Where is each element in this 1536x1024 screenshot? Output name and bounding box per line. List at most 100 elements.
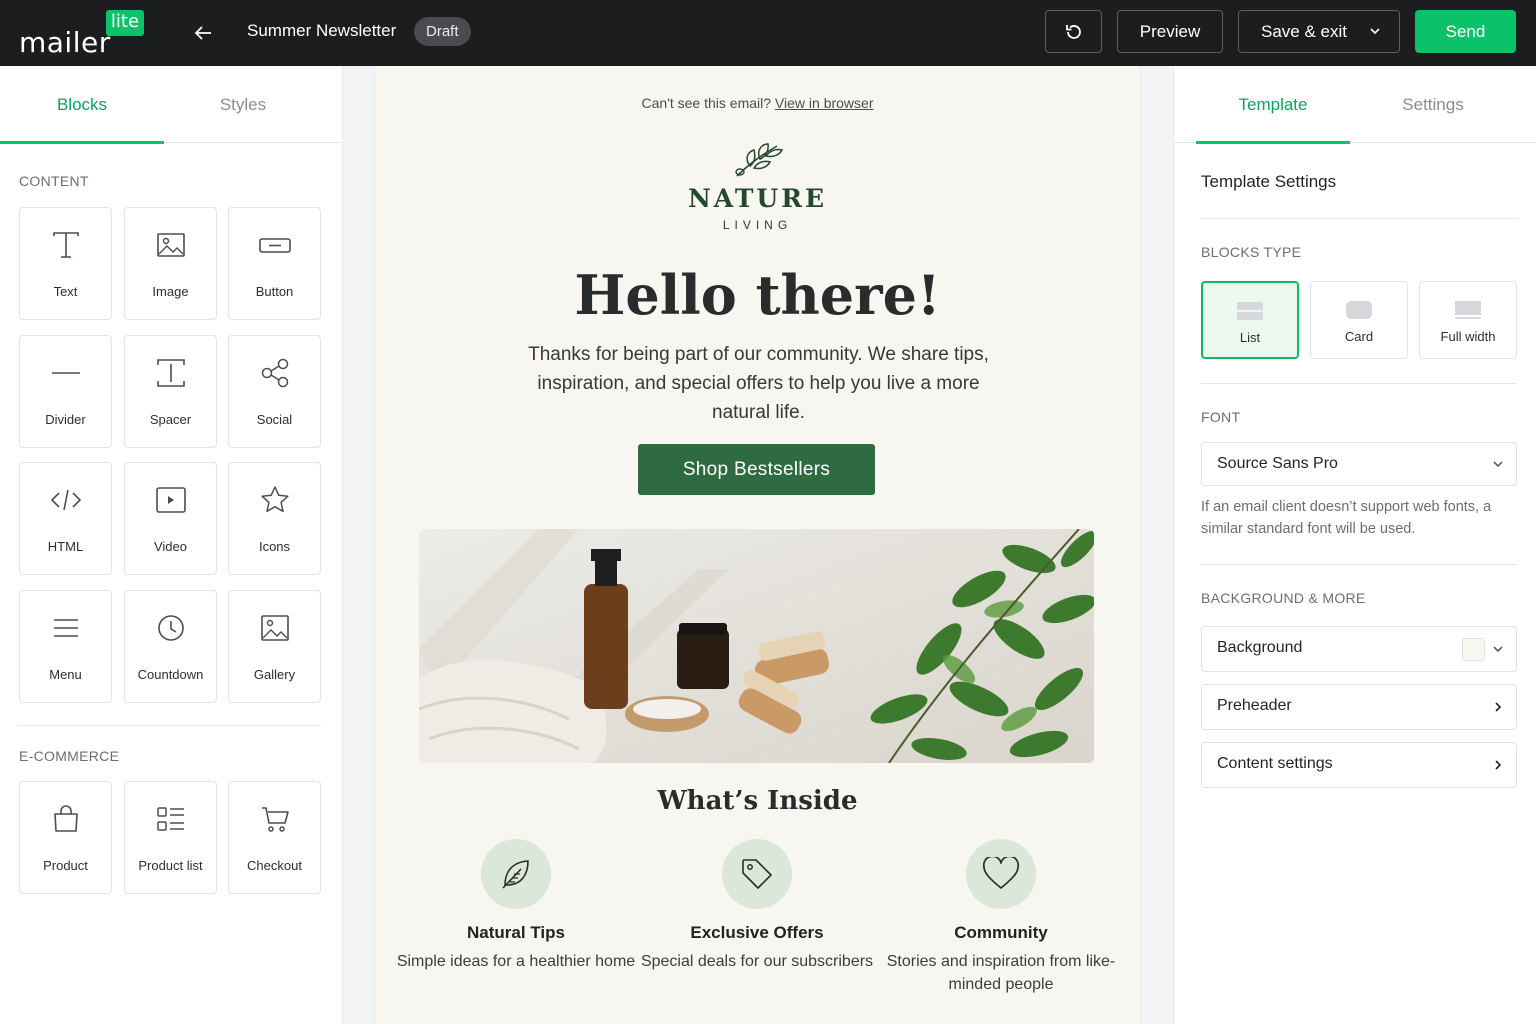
- logo-badge: lite: [106, 10, 144, 36]
- block-social[interactable]: Social: [228, 335, 321, 448]
- block-menu[interactable]: Menu: [19, 590, 112, 703]
- card-layout-icon: [1346, 301, 1372, 319]
- mailerlite-logo[interactable]: mailer lite: [19, 10, 149, 59]
- email-canvas: Can't see this email? View in browser NA…: [343, 66, 1173, 1024]
- chevron-down-icon: [1493, 461, 1503, 468]
- block-type-label: Card: [1344, 329, 1374, 344]
- block-label: Gallery: [253, 667, 296, 682]
- block-checkout[interactable]: Checkout: [228, 781, 321, 894]
- block-product-list[interactable]: Product list: [124, 781, 217, 894]
- feature-title: Natural Tips: [467, 923, 565, 942]
- block-label: Countdown: [137, 667, 204, 682]
- blocks-type-label: BLOCKS TYPE: [1201, 244, 1302, 260]
- brand-name: NATURE: [687, 184, 828, 213]
- whats-inside-title[interactable]: What’s Inside: [375, 786, 1140, 816]
- tag-icon: [742, 859, 772, 889]
- preview-button[interactable]: Preview: [1117, 10, 1223, 53]
- feature-icon-circle: [722, 839, 792, 909]
- block-image[interactable]: Image: [124, 207, 217, 320]
- block-label: HTML: [47, 539, 84, 554]
- left-sidebar: Blocks Styles CONTENT Text Image Button …: [0, 66, 343, 1024]
- hero-title[interactable]: Hello there!: [375, 263, 1140, 327]
- block-countdown[interactable]: Countdown: [124, 590, 217, 703]
- menu-icon: [53, 619, 78, 637]
- section-divider: [1201, 218, 1517, 219]
- preheader-row-label: Preheader: [1217, 697, 1292, 714]
- block-icons[interactable]: Icons: [228, 462, 321, 575]
- block-divider[interactable]: Divider: [19, 335, 112, 448]
- chevron-down-icon: [1370, 28, 1380, 35]
- top-bar: mailer lite Summer Newsletter Draft Prev…: [0, 0, 1536, 66]
- shop-bestsellers-button[interactable]: Shop Bestsellers: [638, 444, 875, 495]
- button-icon: [258, 238, 291, 253]
- undo-button[interactable]: [1045, 10, 1102, 53]
- send-button[interactable]: Send: [1415, 10, 1516, 53]
- feature-icon-circle: [481, 839, 551, 909]
- tab-blocks[interactable]: Blocks: [0, 66, 164, 144]
- ecommerce-section-label: E-COMMERCE: [19, 748, 120, 764]
- chevron-right-icon: [1495, 760, 1502, 770]
- block-label: Social: [256, 412, 293, 427]
- tab-template[interactable]: Template: [1196, 66, 1350, 144]
- block-video[interactable]: Video: [124, 462, 217, 575]
- right-sidebar: Template Settings Template Settings BLOC…: [1173, 66, 1536, 1024]
- content-section-label: CONTENT: [19, 173, 89, 189]
- right-tabs: Template Settings: [1174, 66, 1536, 144]
- block-label: Icons: [258, 539, 291, 554]
- save-exit-button[interactable]: Save & exit: [1238, 10, 1400, 53]
- block-button[interactable]: Button: [228, 207, 321, 320]
- email-preview[interactable]: Can't see this email? View in browser NA…: [374, 66, 1141, 1024]
- cart-icon: [261, 807, 289, 832]
- background-row[interactable]: Background: [1201, 626, 1517, 672]
- cant-see-text: Can't see this email?: [641, 95, 772, 111]
- block-gallery[interactable]: Gallery: [228, 590, 321, 703]
- feature-natural-tips[interactable]: Natural Tips Simple ideas for a healthie…: [396, 839, 636, 973]
- code-icon: [50, 489, 81, 511]
- block-type-label: List: [1239, 330, 1261, 345]
- star-icon: [260, 486, 289, 513]
- section-divider: [19, 725, 321, 726]
- font-select[interactable]: Source Sans Pro: [1201, 442, 1517, 486]
- block-label: Image: [152, 284, 189, 299]
- image-icon: [156, 233, 185, 257]
- background-color-swatch[interactable]: [1462, 638, 1485, 661]
- text-icon: [52, 232, 79, 258]
- logo-wordmark: mailer: [19, 26, 111, 59]
- block-type-card[interactable]: Card: [1310, 281, 1408, 359]
- section-divider: [1201, 383, 1517, 384]
- tab-settings[interactable]: Settings: [1356, 66, 1510, 143]
- document-title[interactable]: Summer Newsletter: [247, 21, 396, 41]
- content-settings-row-label: Content settings: [1217, 755, 1333, 772]
- spacer-icon: [156, 359, 185, 387]
- heart-icon: [982, 857, 1020, 889]
- tab-styles[interactable]: Styles: [164, 66, 322, 143]
- block-label: Checkout: [247, 858, 302, 873]
- block-label: Product list: [138, 858, 203, 873]
- shopping-bag-icon: [53, 805, 78, 832]
- back-button[interactable]: [188, 18, 218, 48]
- feature-icon-circle: [966, 839, 1036, 909]
- chevron-right-icon: [1495, 702, 1502, 712]
- preheader-row[interactable]: Preheader: [1201, 684, 1517, 730]
- chevron-down-icon: [1493, 646, 1503, 653]
- font-label: FONT: [1201, 409, 1241, 425]
- gallery-icon: [260, 615, 289, 641]
- background-row-label: Background: [1217, 639, 1303, 656]
- block-product[interactable]: Product: [19, 781, 112, 894]
- view-in-browser-link[interactable]: View in browser: [775, 95, 874, 111]
- block-type-full-width[interactable]: Full width: [1419, 281, 1517, 359]
- block-spacer[interactable]: Spacer: [124, 335, 217, 448]
- hero-image[interactable]: [419, 529, 1094, 763]
- feature-description: Special deals for our subscribers: [640, 953, 874, 970]
- block-type-list[interactable]: List: [1201, 281, 1299, 359]
- template-settings-title: Template Settings: [1201, 172, 1337, 191]
- block-html[interactable]: HTML: [19, 462, 112, 575]
- block-text[interactable]: Text: [19, 207, 112, 320]
- hero-text[interactable]: Thanks for being part of our community. …: [525, 340, 992, 427]
- feature-community[interactable]: Community Stories and inspiration from l…: [881, 839, 1121, 996]
- block-label: Spacer: [149, 412, 192, 427]
- feature-exclusive-offers[interactable]: Exclusive Offers Special deals for our s…: [637, 839, 877, 973]
- full-width-layout-icon: [1455, 301, 1481, 319]
- content-settings-row[interactable]: Content settings: [1201, 742, 1517, 788]
- feature-title: Community: [954, 923, 1048, 942]
